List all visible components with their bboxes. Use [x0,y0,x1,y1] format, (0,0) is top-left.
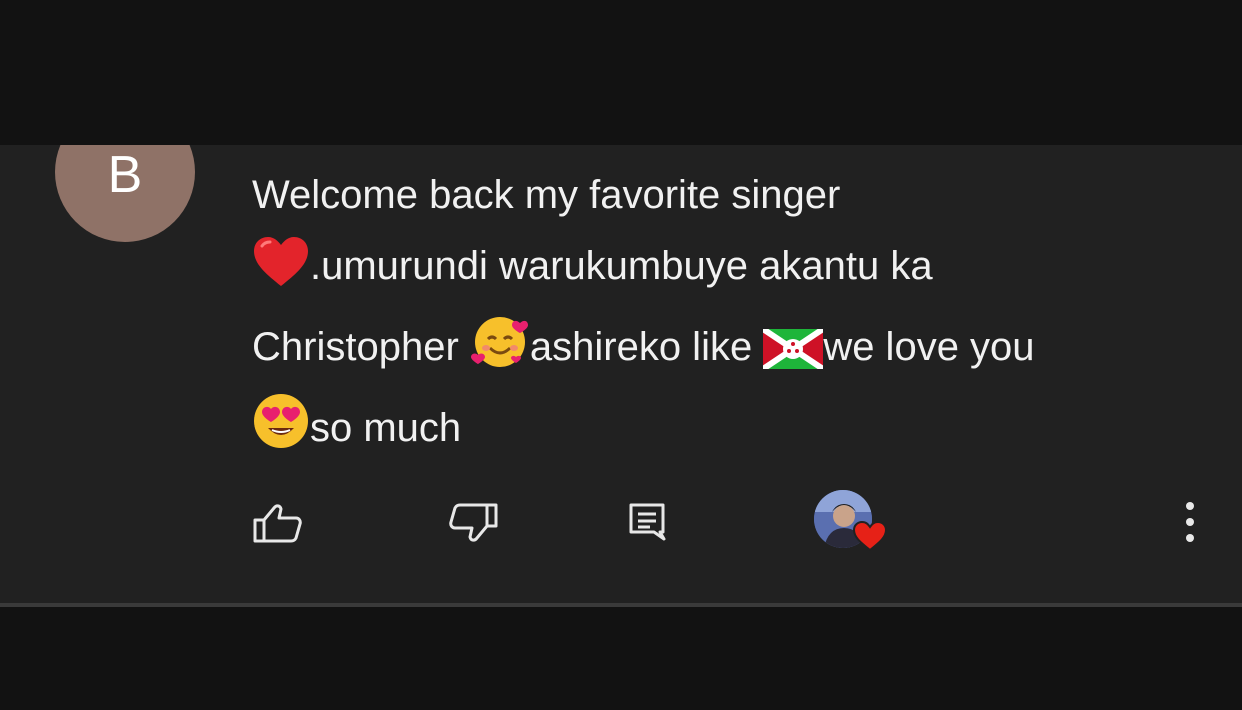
avatar-initial: B [107,146,143,204]
bottom-bar [0,607,1242,710]
comment-line-3: Christopher ashireko like we love you [252,311,1212,392]
screen: B Welcome back my favorite singer .umuru… [0,0,1242,710]
red-heart-icon [252,236,310,311]
more-vertical-icon[interactable] [1182,500,1198,544]
heart-eyes-icon [252,392,310,473]
creator-heart-badge [812,488,888,556]
burundi-flag-icon [761,321,825,392]
comment-body: Welcome back my favorite singer .umurund… [252,160,1212,473]
comment-line-2: .umurundi warukumbuye akantu ka [252,231,1212,311]
comment-actions [0,480,1242,560]
thumbs-up-icon[interactable] [252,502,304,544]
comment-line-4: so much [252,392,1212,473]
creator-heart-icon [852,520,888,552]
thumbs-down-icon[interactable] [447,502,499,544]
top-bar [0,0,1242,145]
reply-comment-icon[interactable] [628,502,666,542]
smiling-face-with-hearts-icon [470,311,530,392]
comment-line-1: Welcome back my favorite singer [252,173,841,217]
